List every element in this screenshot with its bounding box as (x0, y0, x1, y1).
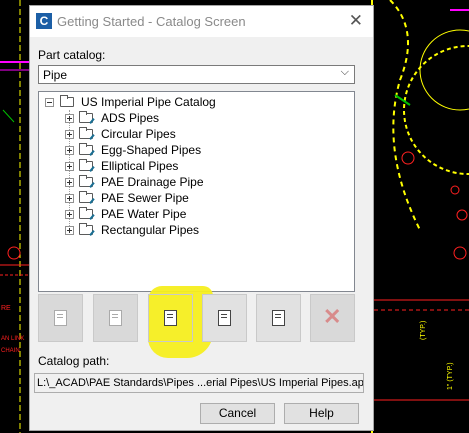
edit-part-icon (109, 310, 122, 326)
cancel-button[interactable]: Cancel (200, 403, 275, 424)
expand-icon[interactable] (65, 194, 74, 203)
expand-icon[interactable] (65, 146, 74, 155)
tree-item-label: PAE Sewer Pipe (101, 191, 189, 205)
civil3d-app-icon: C (36, 13, 52, 29)
delete-icon: ✕ (323, 304, 342, 329)
expand-icon[interactable] (65, 162, 74, 171)
catalog-tree[interactable]: US Imperial Pipe Catalog ADS Pipes Circu… (38, 91, 355, 292)
catalog-path-value: L:\_ACAD\PAE Standards\Pipes ...erial Pi… (37, 377, 364, 389)
tree-item[interactable]: PAE Sewer Pipe (65, 190, 265, 206)
delete-button[interactable]: ✕ (310, 294, 355, 342)
svg-text:RE: RE (1, 305, 11, 312)
part-catalog-dropdown[interactable]: Pipe ⌵ (38, 65, 355, 84)
tree-item-label: Egg-Shaped Pipes (101, 143, 202, 157)
regenerate-icon (164, 310, 177, 326)
catalog-dialog: C Getting Started - Catalog Screen ✕ Par… (29, 5, 374, 431)
expand-icon[interactable] (65, 114, 74, 123)
expand-icon[interactable] (65, 130, 74, 139)
close-button[interactable]: ✕ (349, 11, 363, 31)
tree-item[interactable]: ADS Pipes (65, 110, 265, 126)
regenerate-button[interactable] (148, 294, 193, 342)
svg-text:AN LINK: AN LINK (1, 336, 24, 342)
window-title: Getting Started - Catalog Screen (57, 14, 246, 29)
svg-text:(TYP.): (TYP.) (420, 321, 427, 340)
tree-item-label: PAE Drainage Pipe (101, 175, 204, 189)
tree-item[interactable]: Circular Pipes (65, 126, 265, 142)
expand-icon[interactable] (65, 178, 74, 187)
validate-icon (218, 310, 231, 326)
part-catalog-label: Part catalog: (38, 48, 106, 62)
tree-item[interactable]: Elliptical Pipes (65, 158, 265, 174)
catalog-path-field[interactable]: L:\_ACAD\PAE Standards\Pipes ...erial Pi… (34, 373, 364, 393)
tree-item[interactable]: PAE Water Pipe (65, 206, 265, 222)
part-catalog-selected: Pipe (43, 68, 68, 82)
catalog-path-label: Catalog path: (38, 354, 110, 368)
tree-item[interactable]: Rectangular Pipes (65, 222, 265, 238)
tree-root-node[interactable]: US Imperial Pipe Catalog (45, 94, 245, 110)
tree-item-label: Elliptical Pipes (101, 159, 179, 173)
edit-part-button[interactable] (93, 294, 138, 342)
tree-item-label: ADS Pipes (101, 111, 160, 125)
tree-item-label: Rectangular Pipes (101, 223, 200, 237)
tree-item[interactable]: PAE Drainage Pipe (65, 174, 265, 190)
tree-item-label: PAE Water Pipe (101, 207, 187, 221)
tree-item-label: Circular Pipes (101, 127, 176, 141)
expand-icon[interactable] (65, 226, 74, 235)
collapse-icon[interactable] (45, 98, 54, 107)
tree-item[interactable]: Egg-Shaped Pipes (65, 142, 265, 158)
tree-root-label: US Imperial Pipe Catalog (81, 95, 216, 109)
svg-text:CHAIN: CHAIN (1, 348, 20, 354)
title-bar: C Getting Started - Catalog Screen ✕ (30, 6, 373, 37)
svg-text:1" (TYP.): 1" (TYP.) (447, 362, 454, 390)
open-folder-icon (60, 95, 74, 107)
add-catalog-icon (272, 310, 285, 326)
validate-button[interactable] (202, 294, 247, 342)
new-part-icon (54, 310, 67, 326)
help-button[interactable]: Help (284, 403, 359, 424)
add-catalog-button[interactable] (256, 294, 301, 342)
chevron-down-icon[interactable]: ⌵ (341, 66, 349, 79)
expand-icon[interactable] (65, 210, 74, 219)
new-part-button[interactable] (38, 294, 83, 342)
